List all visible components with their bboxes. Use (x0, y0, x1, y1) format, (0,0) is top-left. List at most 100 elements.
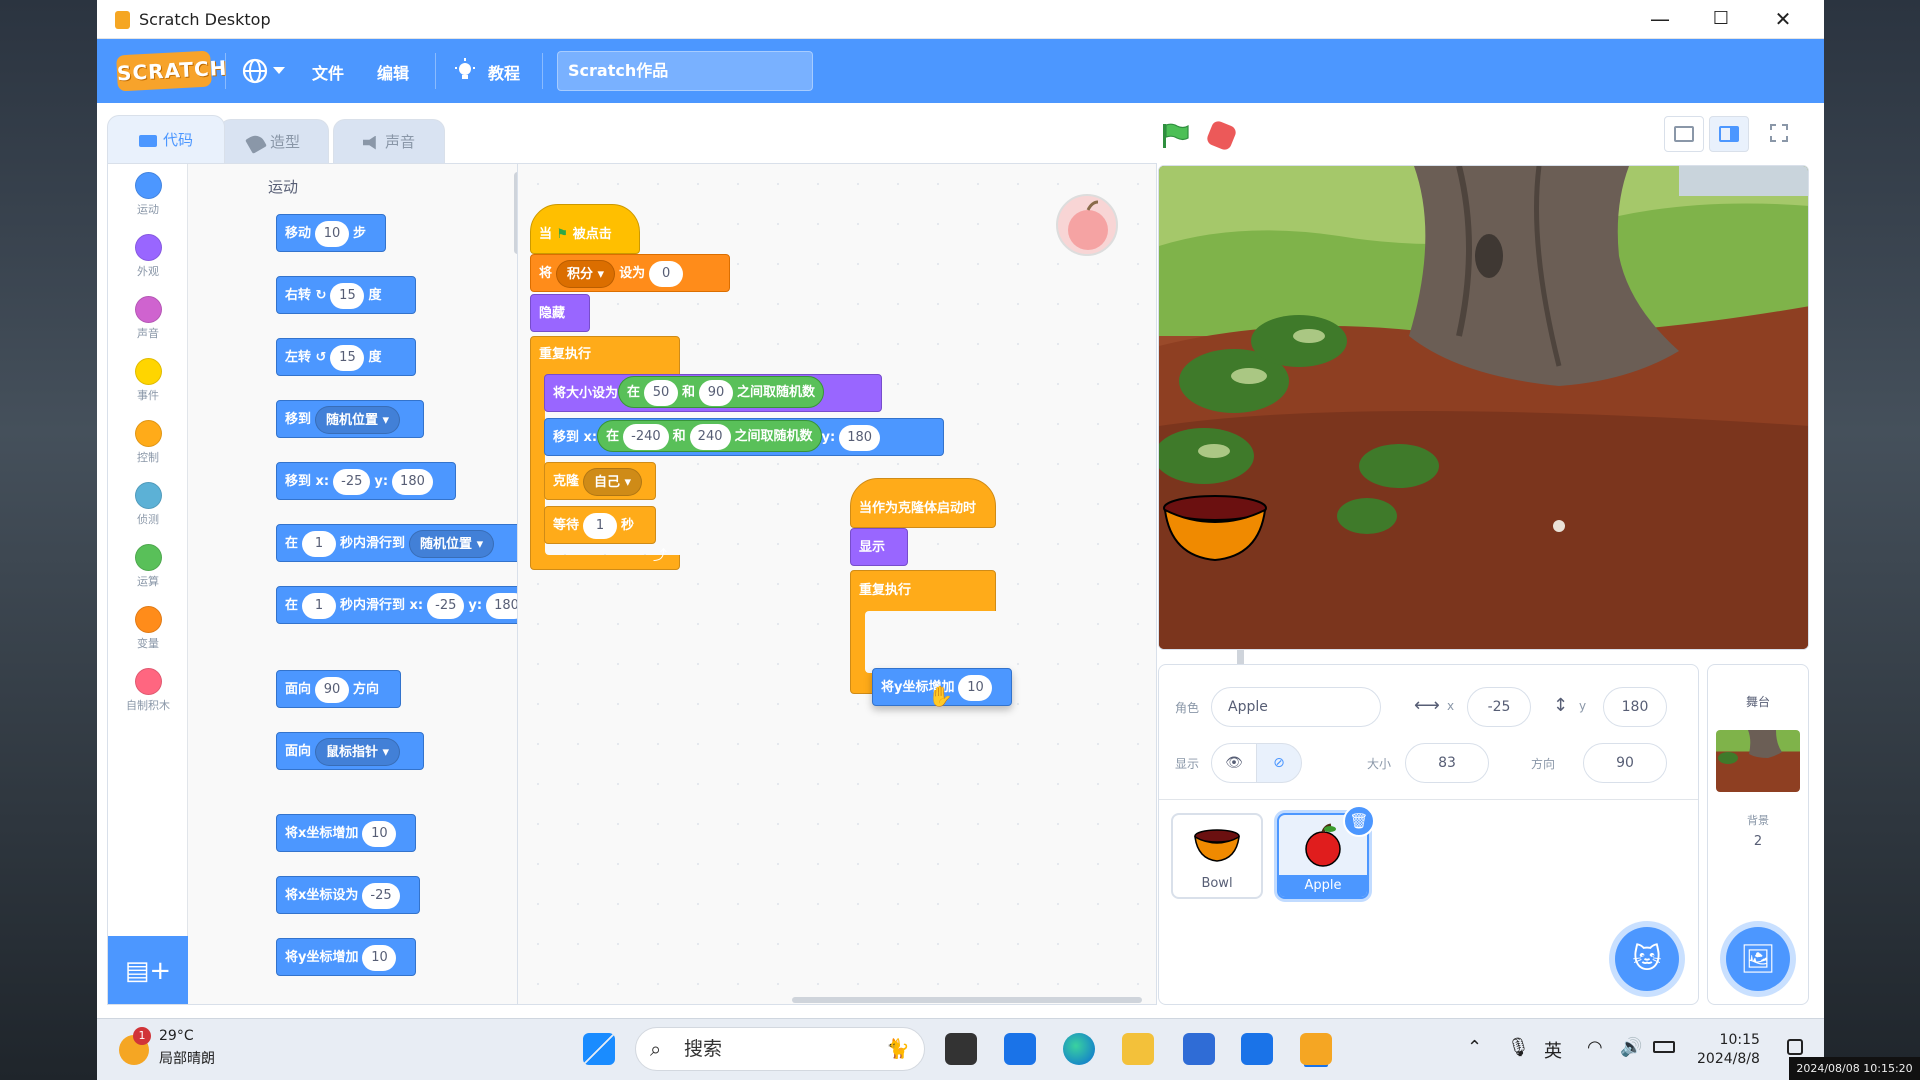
battery-icon[interactable] (1653, 1041, 1675, 1053)
block-wait[interactable]: 等待 1 秒 (544, 506, 656, 544)
block-turn-right[interactable]: 右转 ↻ 15 度 (276, 276, 416, 314)
degrees-input[interactable]: 15 (330, 344, 365, 371)
y-input[interactable]: 180 (392, 468, 433, 495)
y-input[interactable]: 180 (486, 592, 517, 619)
scratch-taskbar-icon[interactable] (1300, 1033, 1332, 1065)
block-point-direction[interactable]: 面向 90 方向 (276, 670, 401, 708)
degrees-input[interactable]: 15 (330, 282, 365, 309)
stage-canvas[interactable] (1158, 165, 1809, 650)
steps-input[interactable]: 10 (315, 220, 350, 247)
chevron-down-icon[interactable] (273, 67, 285, 74)
y-input[interactable]: 180 (839, 424, 881, 451)
lightbulb-icon[interactable] (453, 58, 477, 84)
block-change-y[interactable]: 将y坐标增加 10 (276, 938, 416, 976)
block-goto-xy[interactable]: 移到 x: -25 y: 180 (276, 462, 456, 500)
random-min-input[interactable]: 50 (644, 379, 679, 406)
block-change-x[interactable]: 将x坐标增加 10 (276, 814, 416, 852)
volume-icon[interactable]: 🔊 (1620, 1037, 1642, 1058)
photos-app-icon-2[interactable] (1241, 1033, 1273, 1065)
seconds-input[interactable]: 1 (583, 512, 618, 539)
block-glide-xy[interactable]: 在 1 秒内滑行到 x: -25 y: 180 (276, 586, 517, 624)
block-create-clone[interactable]: 克隆 自己 ▾ (544, 462, 656, 500)
clone-target-dropdown[interactable]: 自己 ▾ (583, 467, 643, 496)
block-set-size[interactable]: 将大小设为在 50 和 90 之间取随机数 (544, 374, 882, 412)
file-explorer-icon[interactable] (1122, 1033, 1154, 1065)
tab-costumes[interactable]: 造型 (219, 119, 329, 163)
menu-file[interactable]: 文件 (312, 60, 344, 84)
glide-target-dropdown[interactable]: 随机位置 ▾ (409, 529, 495, 558)
menu-edit[interactable]: 编辑 (377, 60, 409, 84)
block-random-size[interactable]: 在 50 和 90 之间取随机数 (618, 376, 825, 408)
random-max-input[interactable]: 240 (689, 423, 731, 450)
block-when-flag-clicked[interactable]: 当 ⚑ 被点击 (530, 204, 640, 254)
block-set-x[interactable]: 将x坐标设为 -25 (276, 876, 420, 914)
hide-sprite-button[interactable]: ⊘ (1256, 743, 1302, 783)
stage-selector[interactable]: 舞台 背景 2 🖼 (1707, 664, 1809, 1005)
task-view-icon[interactable] (945, 1033, 977, 1065)
choose-backdrop-button[interactable]: 🖼 (1726, 927, 1790, 991)
sprite-y-input[interactable]: 180 (1603, 687, 1667, 727)
category-sound[interactable]: 声音 (108, 296, 188, 341)
random-min-input[interactable]: -240 (623, 423, 669, 450)
delete-sprite-button[interactable]: 🗑 (1343, 805, 1375, 837)
category-myblocks[interactable]: 自制积木 (108, 668, 188, 713)
tab-sounds[interactable]: 声音 (333, 119, 445, 163)
microphone-icon[interactable]: 🎙 (1507, 1037, 1530, 1058)
weather-widget[interactable]: 1 29°C 局部晴朗 (119, 1027, 239, 1069)
chevron-up-icon[interactable]: ⌃ (1467, 1037, 1482, 1058)
maximize-button[interactable]: ☐ (1701, 4, 1741, 34)
wifi-icon[interactable]: ◠ (1587, 1037, 1603, 1058)
workspace-h-scrollbar[interactable] (792, 997, 1142, 1003)
show-sprite-button[interactable]: 👁 (1211, 743, 1257, 783)
windows-start-icon[interactable] (583, 1033, 615, 1065)
value-input[interactable]: 0 (649, 260, 684, 287)
dx-input[interactable]: 10 (362, 820, 397, 847)
block-goto[interactable]: 移到 随机位置 ▾ (276, 400, 424, 438)
category-sensing[interactable]: 侦测 (108, 482, 188, 527)
bowl-sprite[interactable] (1161, 494, 1269, 564)
minimize-button[interactable]: — (1640, 4, 1680, 34)
towards-dropdown[interactable]: 鼠标指针 ▾ (315, 737, 401, 766)
goto-target-dropdown[interactable]: 随机位置 ▾ (315, 405, 401, 434)
seconds-input[interactable]: 1 (302, 592, 337, 619)
block-point-towards[interactable]: 面向 鼠标指针 ▾ (276, 732, 424, 770)
microsoft-store-icon[interactable] (1183, 1033, 1215, 1065)
edge-browser-icon[interactable] (1063, 1033, 1095, 1065)
tab-code[interactable]: 代码 (107, 115, 225, 163)
block-move-steps[interactable]: 移动 10 步 (276, 214, 386, 252)
block-turn-left[interactable]: 左转 ↺ 15 度 (276, 338, 416, 376)
notification-bell-icon[interactable] (1787, 1039, 1803, 1055)
photos-app-icon[interactable] (1004, 1033, 1036, 1065)
x-input[interactable]: -25 (333, 468, 371, 495)
block-glide-to[interactable]: 在 1 秒内滑行到 随机位置 ▾ (276, 524, 517, 562)
category-motion[interactable]: 运动 (108, 172, 188, 217)
category-operators[interactable]: 运算 (108, 544, 188, 589)
small-stage-button[interactable] (1664, 116, 1704, 152)
direction-input[interactable]: 90 (315, 676, 350, 703)
stop-button[interactable] (1205, 119, 1238, 152)
ime-indicator[interactable]: 英 (1544, 1037, 1562, 1063)
block-hide[interactable]: 隐藏 (530, 294, 590, 332)
sprite-name-input[interactable]: Apple (1211, 687, 1381, 727)
dy-input[interactable]: 10 (362, 944, 397, 971)
category-looks[interactable]: 外观 (108, 234, 188, 279)
script-workspace[interactable]: 当 ⚑ 被点击 将积分 ▾ 设为 0 隐藏 重复执行 ⤴ 将大小设为在 50 和 90 之间… (518, 164, 1156, 1004)
dy-input[interactable]: 10 (958, 674, 993, 701)
x-input[interactable]: -25 (362, 882, 400, 909)
fullscreen-button[interactable] (1759, 116, 1799, 152)
sprite-direction-input[interactable]: 90 (1583, 743, 1667, 783)
choose-sprite-button[interactable]: 🐱 (1615, 927, 1679, 991)
add-extension-button[interactable]: ▤+ (108, 936, 188, 1004)
sprite-x-input[interactable]: -25 (1467, 687, 1531, 727)
sprite-card-bowl[interactable]: Bowl (1171, 813, 1263, 899)
scratch-logo[interactable]: SCRATCH (116, 50, 228, 92)
project-title-input[interactable]: Scratch作品 (557, 51, 813, 91)
block-random-x[interactable]: 在 -240 和 240 之间取随机数 (597, 420, 822, 452)
normal-stage-button[interactable] (1709, 116, 1749, 152)
block-when-clone-starts[interactable]: 当作为克隆体启动时 (850, 478, 996, 528)
category-variables[interactable]: 变量 (108, 606, 188, 651)
seconds-input[interactable]: 1 (302, 530, 337, 557)
system-clock[interactable]: 10:15 2024/8/8 (1697, 1031, 1760, 1069)
x-input[interactable]: -25 (427, 592, 465, 619)
green-flag-button[interactable] (1161, 123, 1189, 149)
